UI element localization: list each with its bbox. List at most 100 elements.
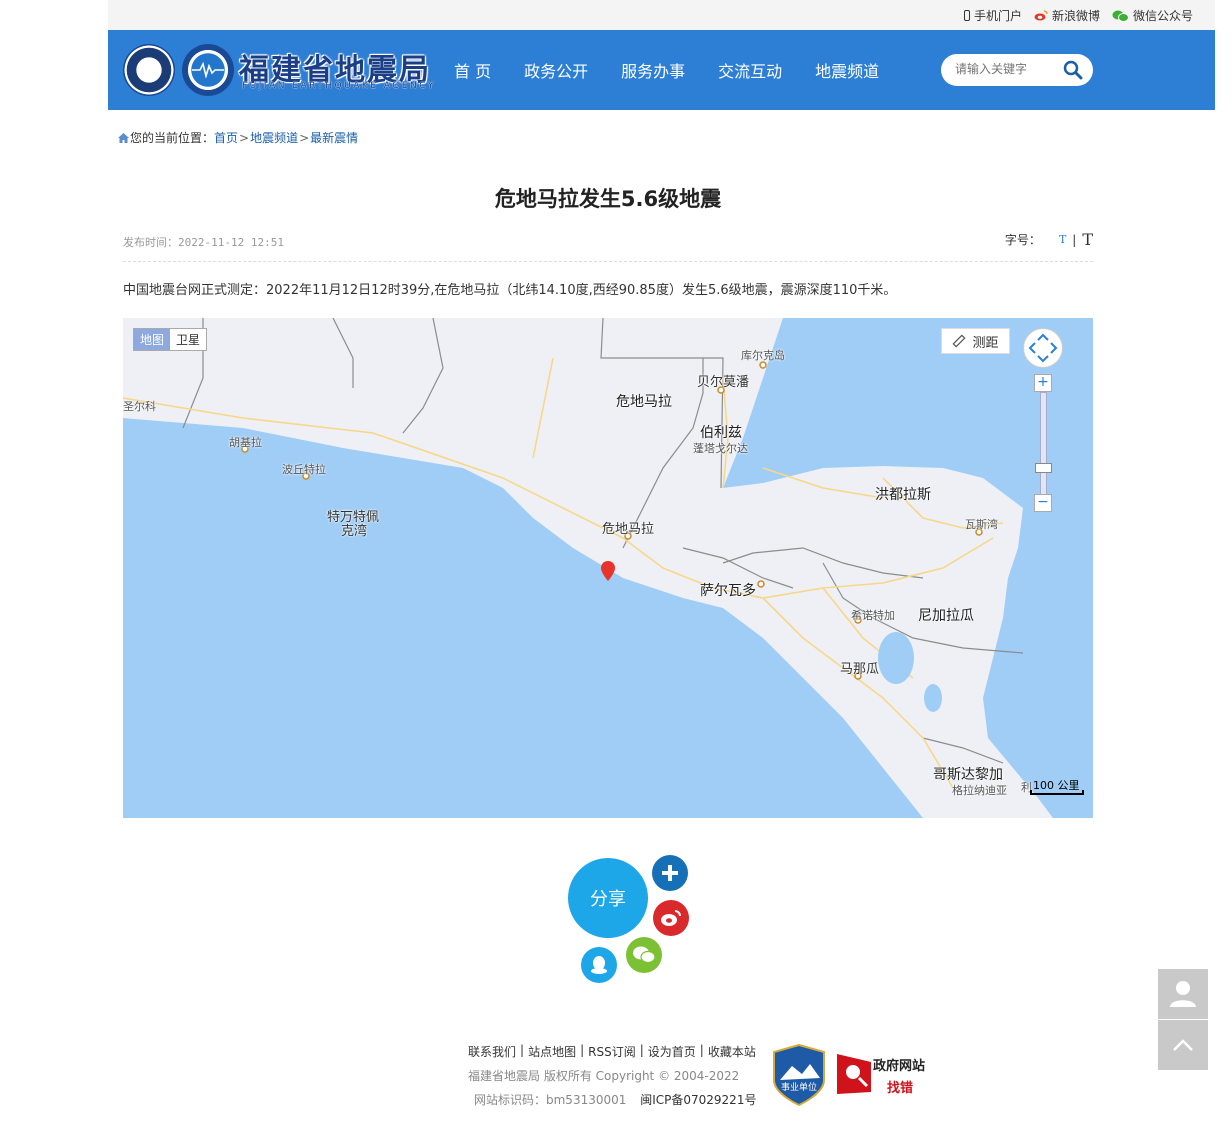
font-size-label: 字号： (1004, 233, 1041, 247)
zoom-slider-handle[interactable] (1035, 463, 1052, 473)
user-float-button[interactable] (1158, 969, 1208, 1019)
back-to-top-button[interactable] (1158, 1020, 1208, 1070)
article-body: 中国地震台网正式测定：2022年11月12日12时39分,在危地马拉（北纬14.… (123, 283, 897, 298)
epicenter-marker-icon[interactable] (601, 561, 615, 581)
map-label-puerto: 波丘特拉 (282, 463, 326, 476)
earthquake-map[interactable]: 库尔克岛 贝尔莫潘 危地马拉 伯利兹 蓬塔戈尔达 圣尔科 胡基拉 波丘特拉 特万… (123, 318, 1093, 818)
footer-rss-link[interactable]: RSS订阅 (588, 1043, 636, 1060)
main-nav: 首 页 政务公开 服务办事 交流互动 地震频道 (454, 58, 912, 82)
map-label-dangriga: 蓬塔戈尔达 (693, 442, 748, 455)
institution-badge-icon[interactable]: 事业单位 (772, 1044, 826, 1106)
breadcrumb: 您的当前位置： 首页 > 地震频道 > 最新震情 (118, 129, 358, 146)
national-emblem-icon[interactable] (123, 44, 175, 96)
map-label-wasi: 瓦斯湾 (965, 518, 998, 531)
wechat-icon (1112, 10, 1129, 22)
nav-earthquake-channel[interactable]: 地震频道 (815, 58, 879, 82)
share-weibo-button[interactable] (653, 900, 689, 936)
ruler-icon (952, 334, 966, 348)
badge-label: 事业单位 (781, 1081, 817, 1093)
footer-contact-link[interactable]: 联系我们 (468, 1043, 516, 1060)
gov-site-label: 政府网站 (873, 1059, 926, 1074)
zoom-track[interactable] (1040, 392, 1047, 498)
footer-sitemap-link[interactable]: 站点地图 (528, 1043, 576, 1060)
map-type-switch: 地图 卫星 (133, 328, 208, 351)
zoom-in-button[interactable]: + (1034, 374, 1052, 392)
share-more-button[interactable] (652, 855, 688, 891)
breadcrumb-separator: > (299, 130, 310, 145)
share-wechat-button[interactable] (626, 937, 662, 973)
seismic-wave-icon (192, 62, 224, 78)
site-header: 福建省地震局 FUJIAN EARTHQUAKE AGENCY 首 页 政务公开… (108, 30, 1215, 110)
font-big-button[interactable]: T (1082, 230, 1093, 249)
publish-time: 发布时间：2022-11-12 12:51 (123, 236, 284, 249)
map-label-left-edge: 圣尔科 (123, 400, 156, 413)
map-type-satellite-button[interactable]: 卫星 (170, 329, 206, 350)
breadcrumb-latest[interactable]: 最新震情 (310, 129, 358, 146)
font-size-separator: | (1072, 232, 1077, 247)
font-size-switcher: 字号： T | T (1005, 230, 1093, 249)
top-utility-bar: 手机门户 新浪微博 微信公众号 (108, 0, 1215, 30)
nav-services[interactable]: 服务办事 (621, 58, 685, 82)
footer-site-code: 网站标识码：bm53130001 (474, 1093, 627, 1107)
map-zoom-control: + − (1034, 374, 1052, 514)
mobile-portal-link[interactable]: 手机门户 (963, 7, 1022, 24)
map-pan-control[interactable] (1023, 328, 1063, 368)
map-label-costarica: 哥斯达黎加 (933, 767, 1003, 783)
divider (123, 261, 1093, 262)
footer-separator: | (639, 1043, 644, 1057)
footer-set-homepage-link[interactable]: 设为首页 (648, 1043, 696, 1060)
footer-separator: | (580, 1043, 585, 1057)
map-label-belize: 伯利兹 (700, 425, 742, 441)
footer-separator: | (699, 1043, 704, 1057)
map-label-tehuantepec-2: 克湾 (341, 524, 368, 539)
search-box (941, 54, 1093, 86)
article-title: 危地马拉发生5.6级地震 (494, 187, 722, 211)
pan-arrows-icon (1028, 333, 1058, 363)
map-scale-bar: 100 公里 (1030, 777, 1084, 797)
gov-site-error-report[interactable]: 政府网站 找错 (835, 1052, 935, 1096)
nav-government-affairs[interactable]: 政务公开 (524, 58, 588, 82)
share-button[interactable]: 分享 (568, 858, 648, 938)
map-label-belmopan: 贝尔莫潘 (697, 375, 750, 390)
fjea-logo-icon[interactable] (182, 44, 234, 96)
utility-links: 手机门户 新浪微博 微信公众号 (963, 7, 1193, 24)
map-label-guanacaste: 格拉纳迪亚 (952, 784, 1007, 797)
map-type-map-button[interactable]: 地图 (134, 329, 171, 350)
map-label-elsalvador: 萨尔瓦多 (700, 583, 756, 599)
nav-home[interactable]: 首 页 (454, 58, 491, 82)
search-input[interactable] (953, 61, 1057, 77)
zoom-out-button[interactable]: − (1034, 494, 1052, 512)
nav-interaction[interactable]: 交流互动 (718, 58, 782, 82)
share-label: 分享 (590, 889, 626, 910)
plus-icon (662, 865, 678, 881)
chevron-up-icon (1173, 1039, 1193, 1051)
wechat-icon (633, 946, 656, 964)
map-label-nicaragua: 尼加拉瓜 (918, 608, 974, 624)
map-label-managua: 马那瓜 (840, 662, 880, 677)
home-icon (118, 132, 129, 143)
map-label-honduras: 洪都拉斯 (875, 487, 931, 503)
breadcrumb-prefix: 您的当前位置： (130, 131, 215, 145)
map-label-guatemala-country: 危地马拉 (616, 394, 672, 410)
map-label-kuerke: 库尔克岛 (741, 349, 785, 362)
weibo-icon (1034, 10, 1048, 21)
map-label-juchitan: 胡基拉 (229, 436, 262, 449)
footer-site-code-row: 网站标识码：bm53130001 闽ICP备07029221号 (474, 1091, 756, 1108)
footer-icp-link[interactable]: 闽ICP备07029221号 (640, 1093, 756, 1107)
breadcrumb-earthquake-channel[interactable]: 地震频道 (250, 129, 298, 146)
weibo-label: 新浪微博 (1051, 9, 1100, 23)
font-small-button[interactable]: T (1059, 233, 1066, 246)
weibo-link[interactable]: 新浪微博 (1034, 7, 1100, 24)
measure-distance-button[interactable]: 测距 (941, 328, 1010, 354)
search-icon[interactable] (1063, 60, 1083, 80)
footer-bookmark-link[interactable]: 收藏本站 (708, 1043, 756, 1060)
footer-links: 联系我们 | 站点地图 | RSS订阅 | 设为首页 | 收藏本站 (468, 1043, 756, 1060)
scale-label: 100 公里 (1033, 779, 1080, 792)
wechat-link[interactable]: 微信公众号 (1112, 7, 1193, 24)
footer-copyright: 福建省地震局 版权所有 Copyright © 2004-2022 (468, 1069, 740, 1083)
share-qq-button[interactable] (581, 947, 617, 983)
site-subtitle: FUJIAN EARTHQUAKE AGENCY (242, 81, 436, 91)
breadcrumb-home[interactable]: 首页 (214, 129, 238, 146)
user-icon (1170, 981, 1196, 1007)
footer-separator: | (520, 1043, 525, 1057)
